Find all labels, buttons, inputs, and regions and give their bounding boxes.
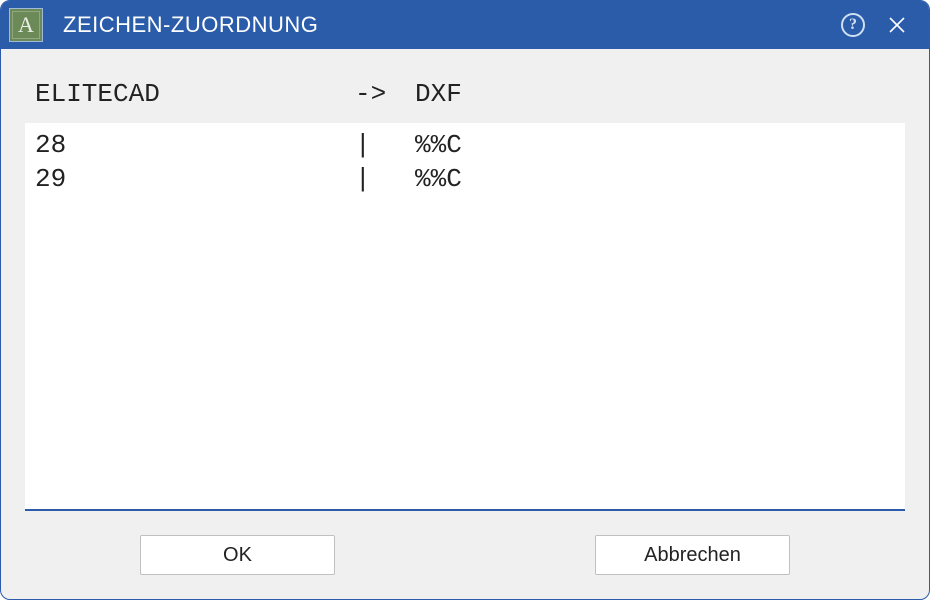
titlebar: A ZEICHEN-ZUORDNUNG ? [1,1,929,49]
column-header-right: DXF [415,79,895,109]
mapping-listbox[interactable]: 28|%%C29|%%C [25,123,905,511]
mapping-row-separator: | [355,163,415,197]
column-header-row: ELITECAD -> DXF [25,73,905,123]
close-button[interactable] [873,5,921,45]
mapping-row-left: 28 [35,129,355,163]
button-row: OK Abbrechen [25,511,905,579]
mapping-row-separator: | [355,129,415,163]
mapping-row-right: %%C [415,163,895,197]
dialog-body: ELITECAD -> DXF 28|%%C29|%%C OK Abbreche… [1,49,929,599]
window-title: ZEICHEN-ZUORDNUNG [63,12,318,38]
column-header-arrow: -> [355,79,415,109]
mapping-row-left: 29 [35,163,355,197]
mapping-row[interactable]: 29|%%C [35,163,895,197]
column-header-left: ELITECAD [35,79,355,109]
dialog-window: A ZEICHEN-ZUORDNUNG ? ELITECAD -> DXF 28… [0,0,930,600]
cancel-button[interactable]: Abbrechen [595,535,790,575]
app-icon-letter: A [18,12,34,38]
mapping-row-right: %%C [415,129,895,163]
close-icon [888,16,906,34]
help-icon: ? [841,13,865,37]
ok-button[interactable]: OK [140,535,335,575]
mapping-row[interactable]: 28|%%C [35,129,895,163]
app-icon: A [9,8,43,42]
help-button[interactable]: ? [833,5,873,45]
